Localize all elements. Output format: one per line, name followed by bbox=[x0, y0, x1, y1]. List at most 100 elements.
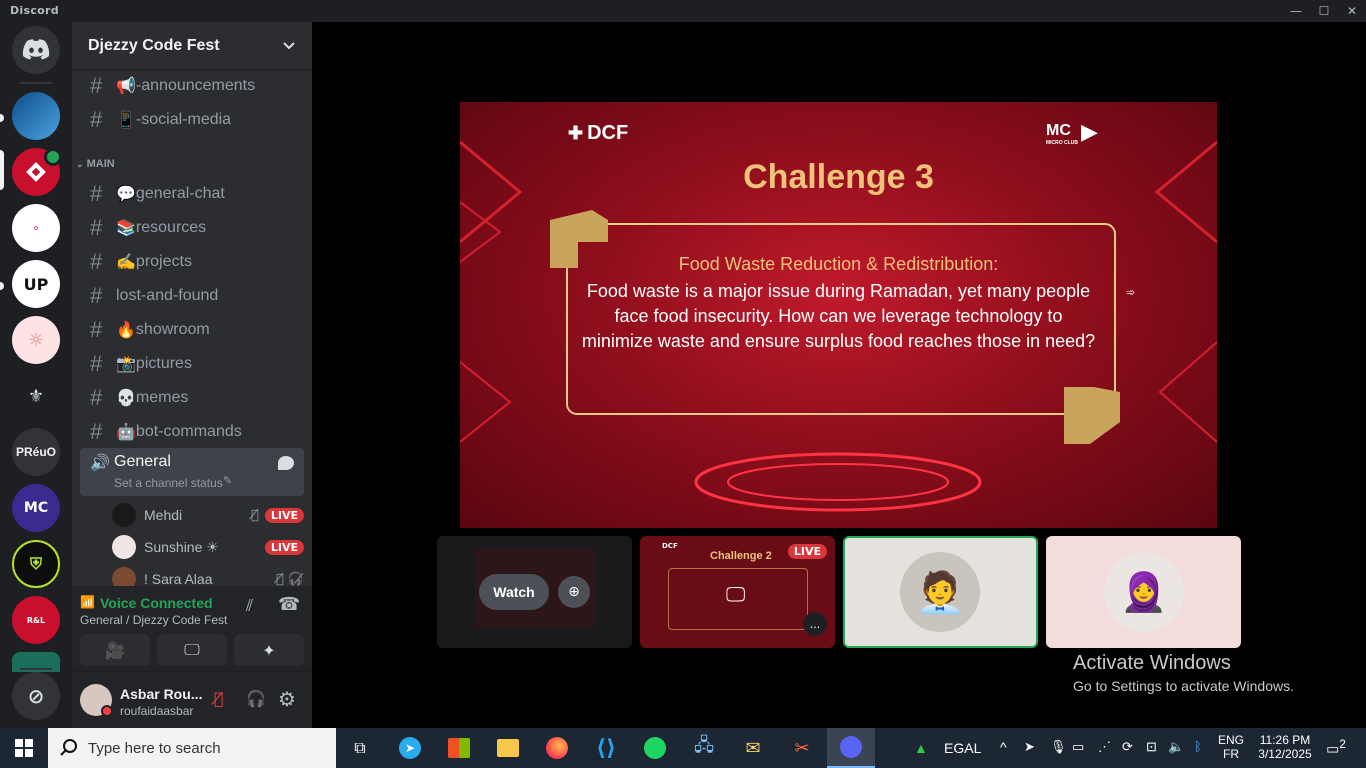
close-window-button[interactable]: ✕ bbox=[1338, 0, 1366, 22]
activities-button[interactable]: ✦ bbox=[234, 634, 304, 666]
server-icon-algiers-up[interactable]: UP bbox=[12, 260, 60, 308]
channel-memes[interactable]: # 💀 memes bbox=[80, 382, 304, 414]
battery-icon[interactable]: ▭ bbox=[1072, 739, 1084, 755]
sync-icon[interactable]: ⟳ bbox=[1122, 739, 1133, 755]
muted-mic-icon: 🎙̸ bbox=[276, 571, 284, 587]
search-icon bbox=[60, 739, 77, 756]
settings-gear-icon[interactable]: ⚙ bbox=[278, 687, 296, 711]
channel-announcements[interactable]: # 📢 -announcements bbox=[80, 70, 304, 102]
dcf-logo: ✚ DCF bbox=[568, 122, 629, 144]
snipping-tool-icon[interactable]: ✂ bbox=[778, 728, 826, 768]
network-tray-icon[interactable]: ⊡ bbox=[1146, 739, 1157, 755]
disconnect-icon[interactable]: ☎ bbox=[278, 594, 300, 615]
windows-logo-icon bbox=[15, 739, 33, 757]
taskbar-search[interactable]: Type here to search bbox=[48, 728, 336, 768]
direct-messages-button[interactable] bbox=[12, 26, 60, 74]
server-icon-women-engineering[interactable]: ✿ bbox=[12, 204, 60, 252]
voice-location[interactable]: General / Djezzy Code Fest bbox=[80, 613, 227, 627]
channel-showroom[interactable]: # 🔥 showroom bbox=[80, 314, 304, 346]
channel-name: -announcements bbox=[135, 77, 256, 94]
server-icon-preuo[interactable]: PRéuO bbox=[12, 428, 60, 476]
mic-tray-icon[interactable]: 🎙 bbox=[1050, 739, 1067, 755]
guild-header[interactable]: Djezzy Code Fest bbox=[72, 22, 312, 70]
telegram-tray-icon[interactable]: ➤ bbox=[1024, 739, 1035, 755]
voice-member-mehdi[interactable]: Mehdi 🎙̸ LIVE bbox=[112, 501, 304, 529]
live-badge: LIVE bbox=[264, 507, 304, 523]
speaker-icon: 🔊 bbox=[90, 453, 110, 472]
start-button[interactable] bbox=[0, 728, 48, 768]
show-hidden-icons-chevron-icon[interactable]: ^ bbox=[1000, 739, 1007, 755]
camera-toggle-button[interactable]: 🎥 bbox=[80, 634, 150, 666]
minimize-button[interactable]: — bbox=[1282, 0, 1310, 22]
headphones-icon[interactable]: 🎧 bbox=[246, 689, 266, 708]
microsoft-store-icon[interactable] bbox=[435, 728, 483, 768]
channel-bot-commands[interactable]: # 🤖 bot-commands bbox=[80, 416, 304, 448]
maximize-button[interactable]: ☐ bbox=[1310, 0, 1338, 22]
firefox-icon[interactable] bbox=[533, 728, 581, 768]
channel-resources[interactable]: # 📚 resources bbox=[80, 212, 304, 244]
server-rail: ✿ UP ☼ ⚜ PRéuO MC ⛨ R&L ⊘ bbox=[0, 22, 72, 728]
archive-app-icon[interactable]: ✉ bbox=[729, 728, 777, 768]
notification-center-icon[interactable]: ▭2 bbox=[1322, 738, 1350, 758]
wifi-icon[interactable]: ⋰ bbox=[1098, 739, 1111, 755]
preview-logo: DCF bbox=[662, 542, 678, 550]
mute-mic-icon[interactable]: 🎙̸ bbox=[214, 689, 224, 708]
participant-tile[interactable]: 🧕 bbox=[1046, 536, 1241, 648]
username: roufaidaasbar bbox=[120, 704, 194, 718]
popout-icon[interactable]: ⊕ bbox=[558, 576, 590, 608]
server-icon-blue-wave[interactable] bbox=[12, 92, 60, 140]
ticker-text[interactable]: EGAL bbox=[944, 740, 981, 756]
noise-suppression-icon[interactable]: ⫽ bbox=[246, 596, 253, 616]
channel-general-chat[interactable]: # 💬 general-chat bbox=[80, 178, 304, 210]
vscode-icon[interactable]: ⟨⟩ bbox=[582, 728, 630, 768]
channel-emoji: 📱 bbox=[116, 112, 136, 129]
stream-tile-watch[interactable]: Watch ⊕ bbox=[437, 536, 632, 648]
slide-title: Challenge 3 bbox=[743, 158, 934, 196]
muted-mic-icon: 🎙̸ bbox=[251, 507, 259, 523]
volume-icon[interactable]: 🔈 bbox=[1168, 739, 1184, 755]
djezzy-play-icon: ▶ bbox=[1081, 120, 1098, 145]
channel-lost-and-found[interactable]: # lost-and-found bbox=[80, 280, 304, 312]
channel-emoji: 📢 bbox=[116, 78, 136, 95]
channel-projects[interactable]: # ✍ projects bbox=[80, 246, 304, 278]
voice-status[interactable]: Voice Connected bbox=[100, 595, 213, 611]
server-icon-algiers[interactable]: ⚜ bbox=[12, 372, 60, 420]
screen-share-button[interactable]: 🖵 bbox=[157, 634, 227, 666]
discover-compass-icon[interactable]: ⊘ bbox=[12, 672, 60, 720]
main-stream-slide[interactable]: ✚ DCF MC MICRO CLUB ▶ Challenge 3 Food Wa… bbox=[460, 102, 1217, 528]
file-explorer-icon[interactable] bbox=[484, 728, 532, 768]
server-icon-green-badge[interactable]: ⛨ bbox=[12, 540, 60, 588]
chat-bubble-icon[interactable] bbox=[278, 456, 294, 470]
telegram-icon[interactable]: ➤ bbox=[386, 728, 434, 768]
channel-social-media[interactable]: # 📱 -social-media bbox=[80, 104, 304, 136]
stream-tile-challenge-2[interactable]: DCF Challenge 2 LIVE 🖵 ... bbox=[640, 536, 835, 648]
hash-icon: # bbox=[90, 317, 103, 342]
participant-tile-speaking[interactable]: 🧑‍💼 bbox=[843, 536, 1038, 648]
spotify-icon[interactable] bbox=[631, 728, 679, 768]
server-icon-lightbulb[interactable]: ☼ bbox=[12, 316, 60, 364]
channel-status-text[interactable]: Set a channel status bbox=[114, 476, 223, 490]
discord-logo-icon bbox=[22, 39, 50, 60]
voice-channel-general[interactable]: 🔊 General Set a channel status ✎ bbox=[80, 448, 304, 496]
slide-body: Food waste is a major issue during Ramad… bbox=[581, 281, 1096, 351]
stock-trend-icon[interactable]: ▲ bbox=[914, 740, 928, 756]
pencil-icon[interactable]: ✎ bbox=[223, 474, 232, 487]
language-indicator[interactable]: ENG FR bbox=[1214, 733, 1248, 761]
category-main[interactable]: ⌄ MAIN bbox=[76, 158, 115, 170]
network-tool-icon[interactable]: 🖧 bbox=[680, 728, 728, 768]
app-title: Discord bbox=[10, 4, 59, 17]
channel-pictures[interactable]: # 📸 pictures bbox=[80, 348, 304, 380]
voice-member-sunshine[interactable]: Sunshine ☀ LIVE bbox=[112, 533, 304, 561]
server-icon-relations-exterieures[interactable]: R&L bbox=[12, 596, 60, 644]
activate-windows-watermark: Activate Windows Go to Settings to activ… bbox=[1073, 652, 1294, 694]
clock[interactable]: 11:26 PM 3/12/2025 bbox=[1252, 733, 1318, 761]
server-icon-micro-club[interactable]: MC bbox=[12, 484, 60, 532]
more-options-button[interactable]: ... bbox=[803, 612, 827, 636]
bluetooth-icon[interactable]: ᛒ bbox=[1194, 739, 1202, 754]
rail-divider bbox=[20, 668, 52, 670]
user-display-name[interactable]: Asbar Rou... bbox=[120, 686, 202, 702]
task-view-icon[interactable]: ⧉ bbox=[336, 728, 384, 768]
rail-divider bbox=[20, 82, 52, 84]
watch-button[interactable]: Watch bbox=[479, 574, 549, 610]
discord-taskbar-icon[interactable] bbox=[827, 728, 875, 768]
